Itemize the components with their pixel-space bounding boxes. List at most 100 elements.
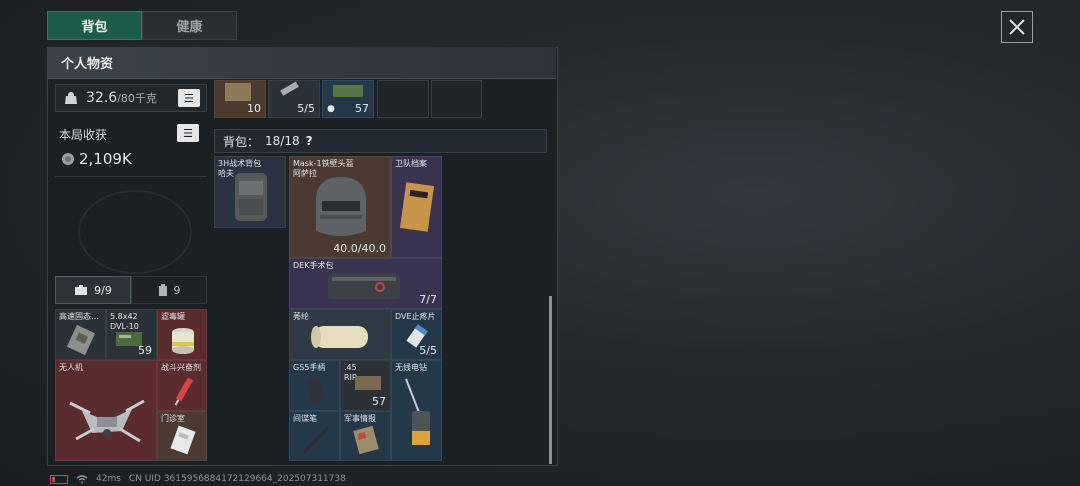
drone-icon <box>69 399 145 443</box>
list-icon: ☰ <box>183 126 193 140</box>
item-name: 间谍笔 <box>293 414 317 423</box>
pouch-item-keycard[interactable]: 门诊室 <box>157 411 207 461</box>
fabric-roll-icon <box>311 326 368 348</box>
grid-item-spy-pen[interactable]: 间谍笔 <box>289 411 340 461</box>
ammo-box-icon <box>355 376 381 390</box>
item-name: GS5手柄 <box>293 363 326 372</box>
item-count: 5/5 <box>419 344 437 357</box>
pouch-grid: 高速固态… 5.8x42 DVL-10 59 滤毒罐 无人机 战斗兴奋剂 门诊室 <box>55 309 207 461</box>
list-icon: ☰ <box>184 91 194 105</box>
strip-slot-empty-2[interactable] <box>431 80 482 118</box>
pouch-count: 9/9 <box>94 283 112 297</box>
grid-item-intel[interactable]: 军事情报 <box>340 411 391 461</box>
tab-health[interactable]: 健康 <box>142 11 237 40</box>
backpack-capacity-bar: 背包： 18/18 ? <box>214 129 547 153</box>
pouch-item-drone[interactable]: 无人机 <box>55 360 157 461</box>
weight-max: /80千克 <box>117 92 157 105</box>
income-section: 本局收获 ☰ 2,109K <box>55 120 207 177</box>
item-name: 军事情报 <box>344 414 376 423</box>
close-icon <box>1009 19 1025 35</box>
weight-row: 32.6 /80千克 ☰ <box>55 84 207 112</box>
weight-current: 32.6 <box>86 90 118 106</box>
intel-document-icon <box>353 425 379 455</box>
top-item-strip: 10 5/5 ● 57 <box>214 80 482 118</box>
item-name: 滤毒罐 <box>161 312 185 321</box>
backpack-capacity: 18/18 <box>265 134 300 148</box>
surgery-kit-icon <box>328 273 400 299</box>
dossier-icon <box>400 182 434 232</box>
helmet-icon <box>316 177 366 236</box>
item-name: 高速固态… <box>59 312 99 321</box>
pouch-item-ssd[interactable]: 高速固态… <box>55 309 106 360</box>
grid-item-helmet[interactable]: Mask-1铁壁头盔 阿萨拉 40.0/40.0 <box>289 156 391 258</box>
item-name: DVE止疼片 <box>395 312 436 321</box>
item-name: 战斗兴奋剂 <box>161 363 201 372</box>
grid-item-painkiller[interactable]: DVE止疼片 5/5 <box>391 309 442 360</box>
income-label: 本局收获 <box>59 128 108 142</box>
strip-item-1[interactable]: 10 <box>214 80 266 118</box>
backpack-label: 背包： <box>223 134 260 149</box>
item-count: 7/7 <box>419 293 437 306</box>
pouch-item-ammo[interactable]: 5.8x42 DVL-10 59 <box>106 309 157 360</box>
item-name: 莠纶 <box>293 312 309 321</box>
battery-icon <box>50 474 68 484</box>
pouch-item-stimulant[interactable]: 战斗兴奋剂 <box>157 360 207 411</box>
canister-icon <box>158 283 167 296</box>
gas-filter-icon <box>172 328 194 354</box>
close-button[interactable] <box>1001 11 1033 43</box>
item-name: 无人机 <box>59 363 83 372</box>
tab-secure-case[interactable]: 9 <box>131 276 207 304</box>
item-count: 59 <box>138 344 152 357</box>
main-tabs: 背包 健康 <box>47 11 237 40</box>
status-bar: 42ms CN UID 3615956884172129664_20250731… <box>50 472 346 486</box>
help-icon[interactable]: ? <box>306 134 313 148</box>
syringe-icon <box>174 377 194 406</box>
tab-backpack[interactable]: 背包 <box>47 11 142 40</box>
dot-indicator: ● <box>327 104 335 114</box>
strip-slot-empty-1[interactable] <box>377 80 429 118</box>
income-list-button[interactable]: ☰ <box>177 124 199 142</box>
income-value-row: 2,109K <box>61 150 132 168</box>
backpack-grid: Mask-1铁壁头盔 阿萨拉 40.0/40.0 卫队档案 DEK手术包 7/7… <box>289 156 442 461</box>
grid-item-fabric[interactable]: 莠纶 <box>289 309 391 360</box>
item-count: 5/5 <box>297 102 315 115</box>
pen-icon <box>302 426 330 454</box>
grid-item-handle[interactable]: GS5手柄 <box>289 360 340 411</box>
grip-icon <box>308 379 324 403</box>
grid-item-guard-file[interactable]: 卫队档案 <box>391 156 442 258</box>
keycard-icon <box>170 425 196 455</box>
secure-case-count: 9 <box>173 283 181 297</box>
item-count: 40.0/40.0 <box>333 242 386 255</box>
grid-item-ammo-45[interactable]: .45 RIP 57 <box>340 360 391 411</box>
strip-item-2[interactable]: 5/5 <box>268 80 320 118</box>
ping-value: 42ms <box>96 474 121 484</box>
panel-title: 个人物资 <box>47 47 556 79</box>
item-count: 57 <box>372 395 386 408</box>
backpack-scrollbar[interactable] <box>549 296 552 464</box>
strip-item-3[interactable]: ● 57 <box>322 80 374 118</box>
ssd-icon <box>66 324 96 356</box>
drill-icon <box>405 378 430 445</box>
container-tabs: 9/9 9 <box>55 276 207 304</box>
emblem-watermark <box>78 190 192 274</box>
equipped-backpack-slot[interactable]: 3H战术背包 哈夫 <box>214 156 286 228</box>
weight-list-button[interactable]: ☰ <box>178 89 200 107</box>
item-name: 无线电钻 <box>395 363 427 372</box>
toolbox-icon <box>75 285 88 295</box>
backpack-icon <box>235 173 267 221</box>
tab-pouch[interactable]: 9/9 <box>55 276 131 304</box>
item-count: 57 <box>355 102 369 115</box>
income-value: 2,109K <box>79 150 132 168</box>
item-name: 门诊室 <box>161 414 185 423</box>
coin-icon <box>62 153 74 165</box>
pouch-item-filter[interactable]: 滤毒罐 <box>157 309 207 360</box>
grid-item-drill[interactable]: 无线电钻 <box>391 360 442 461</box>
item-name: 5.8x42 DVL-10 <box>110 312 139 331</box>
wifi-icon <box>76 475 88 484</box>
uid-text: CN UID 3615956884172129664_202507311738 <box>128 474 346 484</box>
grid-item-surgery-kit[interactable]: DEK手术包 7/7 <box>289 258 442 309</box>
crate-icon <box>225 83 251 101</box>
weight-icon <box>65 92 77 104</box>
item-name: 卫队档案 <box>395 159 427 168</box>
ammo-box-icon <box>333 85 363 97</box>
